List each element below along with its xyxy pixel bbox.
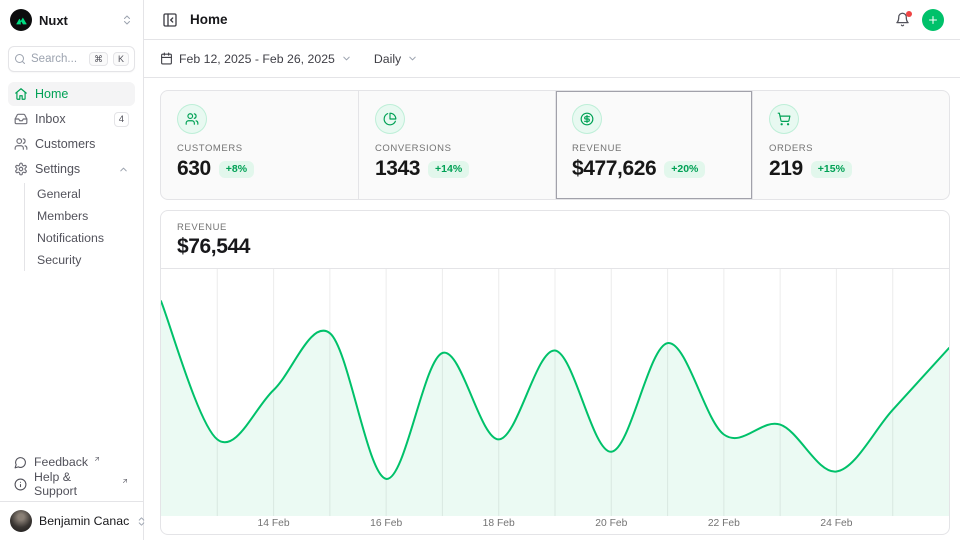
calendar-icon <box>160 52 173 65</box>
sidebar-item-home[interactable]: Home <box>8 82 135 106</box>
dashboard-app: Nuxt Search... ⌘ K Home <box>0 0 960 540</box>
x-axis-tick-label: 20 Feb <box>595 518 627 529</box>
date-range-value: Feb 12, 2025 - Feb 26, 2025 <box>179 52 335 66</box>
user-name: Benjamin Canac <box>39 514 129 528</box>
filter-bar: Feb 12, 2025 - Feb 26, 2025 Daily <box>144 40 960 78</box>
external-link-icon <box>121 477 129 485</box>
stat-card-revenue[interactable]: REVENUE $477,626 +20% <box>555 91 752 199</box>
sidebar-item-label: Customers <box>35 137 129 151</box>
stat-label: CUSTOMERS <box>177 143 342 154</box>
sidebar-footer: Feedback Help & Support <box>0 447 143 501</box>
chart-total-value: $76,544 <box>177 235 933 259</box>
sidebar-item-security[interactable]: Security <box>33 249 135 271</box>
stat-delta-badge: +20% <box>664 161 705 178</box>
stat-delta-badge: +15% <box>811 161 852 178</box>
sidebar-subitem-label: Notifications <box>37 231 104 245</box>
page-title: Home <box>190 12 228 27</box>
content: CUSTOMERS 630 +8% CONVERSIONS 1343 +14% <box>144 78 960 535</box>
top-navbar: Home <box>144 0 960 40</box>
sidebar: Nuxt Search... ⌘ K Home <box>0 0 144 540</box>
sidebar-item-label: Settings <box>35 162 111 176</box>
stat-value: 630 <box>177 157 211 181</box>
settings-submenu: General Members Notifications Security <box>24 183 135 271</box>
search-placeholder: Search... <box>31 53 84 65</box>
gear-icon <box>14 162 28 176</box>
sidebar-item-label: Inbox <box>35 112 107 126</box>
stat-value: 219 <box>769 157 803 181</box>
main-area: Home Feb 12, 2025 - Feb 26, 2025 <box>144 0 960 540</box>
chevron-down-icon <box>407 53 418 64</box>
team-name: Nuxt <box>39 13 114 28</box>
date-range-picker[interactable]: Feb 12, 2025 - Feb 26, 2025 <box>160 52 352 66</box>
chevron-up-icon <box>118 164 129 175</box>
search-input[interactable]: Search... ⌘ K <box>8 46 135 72</box>
sidebar-item-members[interactable]: Members <box>33 205 135 227</box>
x-axis-tick-label: 22 Feb <box>708 518 740 529</box>
stats-row: CUSTOMERS 630 +8% CONVERSIONS 1343 +14% <box>160 90 950 200</box>
inbox-icon <box>14 112 28 126</box>
x-axis-tick-label: 16 Feb <box>370 518 402 529</box>
revenue-chart-card: REVENUE $76,544 14 Feb 16 Feb 18 Feb 20 Feb… <box>160 210 950 535</box>
granularity-select[interactable]: Daily <box>374 52 418 66</box>
x-axis-tick-label: 24 Feb <box>820 518 852 529</box>
chart-header: REVENUE $76,544 <box>161 211 949 269</box>
stat-value: $477,626 <box>572 157 656 181</box>
notification-dot <box>906 11 912 17</box>
notifications-button[interactable] <box>893 10 912 29</box>
users-icon <box>177 104 207 134</box>
team-selector[interactable]: Nuxt <box>0 0 143 40</box>
stat-card-conversions[interactable]: CONVERSIONS 1343 +14% <box>358 91 555 199</box>
footer-link-label: Help & Support <box>34 470 116 498</box>
sidebar-item-settings[interactable]: Settings <box>8 157 135 181</box>
stat-label: ORDERS <box>769 143 933 154</box>
collapse-sidebar-button[interactable] <box>160 10 180 30</box>
sidebar-item-notifications[interactable]: Notifications <box>33 227 135 249</box>
inbox-count-badge: 4 <box>114 112 129 127</box>
chart-x-axis: 14 Feb 16 Feb 18 Feb 20 Feb 22 Feb 24 Feb <box>161 516 949 534</box>
sidebar-subitem-label: Security <box>37 253 81 267</box>
sidebar-subitem-label: General <box>37 187 81 201</box>
stat-label: REVENUE <box>572 143 736 154</box>
user-menu[interactable]: Benjamin Canac <box>0 501 143 540</box>
pie-chart-icon <box>375 104 405 134</box>
home-icon <box>14 87 28 101</box>
add-button[interactable] <box>922 9 944 31</box>
sidebar-subitem-label: Members <box>37 209 88 223</box>
chevrons-up-down-icon <box>121 14 133 26</box>
kbd-k: K <box>113 52 129 67</box>
panel-left-close-icon <box>162 12 178 28</box>
sidebar-item-inbox[interactable]: Inbox 4 <box>8 107 135 131</box>
sidebar-item-general[interactable]: General <box>33 183 135 205</box>
external-link-icon <box>93 455 101 463</box>
search-icon <box>14 53 26 65</box>
nuxt-logo-icon <box>10 9 32 31</box>
stat-value: 1343 <box>375 157 420 181</box>
sidebar-item-customers[interactable]: Customers <box>8 132 135 156</box>
revenue-area-chart[interactable] <box>161 269 949 516</box>
x-axis-tick-label: 18 Feb <box>483 518 515 529</box>
footer-link-label: Feedback <box>34 455 88 469</box>
info-icon <box>14 478 27 491</box>
cart-icon <box>769 104 799 134</box>
stat-card-customers[interactable]: CUSTOMERS 630 +8% <box>161 91 358 199</box>
chat-bubble-icon <box>14 456 27 469</box>
granularity-value: Daily <box>374 52 401 66</box>
chart-kicker-label: REVENUE <box>177 222 933 233</box>
help-support-link[interactable]: Help & Support <box>8 473 135 495</box>
plus-icon <box>927 14 939 26</box>
dollar-sign-icon <box>572 104 602 134</box>
chart-svg <box>161 269 949 516</box>
stat-label: CONVERSIONS <box>375 143 539 154</box>
stat-delta-badge: +14% <box>428 161 469 178</box>
kbd-cmd: ⌘ <box>89 52 108 67</box>
x-axis-tick-label: 14 Feb <box>258 518 290 529</box>
sidebar-nav: Home Inbox 4 Customers Settings <box>0 82 143 447</box>
users-icon <box>14 137 28 151</box>
sidebar-item-label: Home <box>35 87 129 101</box>
stat-delta-badge: +8% <box>219 161 254 178</box>
chevron-down-icon <box>341 53 352 64</box>
stat-card-orders[interactable]: ORDERS 219 +15% <box>752 91 949 199</box>
user-avatar <box>10 510 32 532</box>
